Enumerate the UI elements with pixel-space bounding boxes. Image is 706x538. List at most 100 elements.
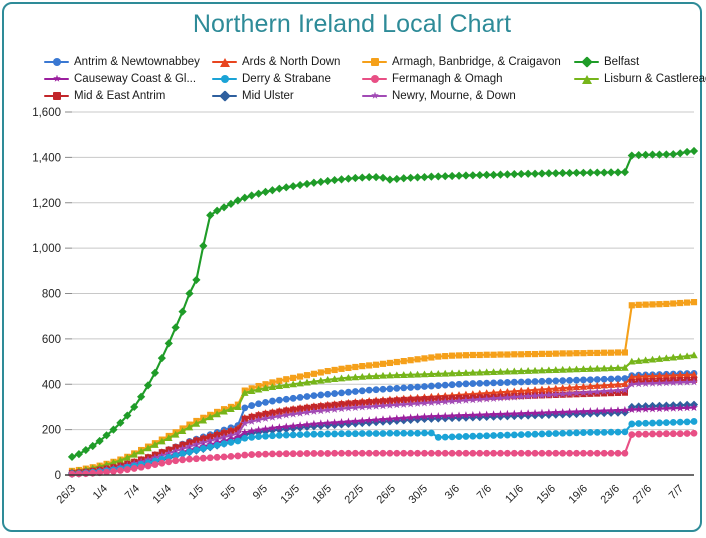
data-point (476, 379, 484, 387)
data-point (635, 301, 642, 308)
legend-item[interactable]: Mid Ulster (212, 87, 362, 104)
legend-label: Lisburn & Castlereagh (604, 72, 706, 85)
data-point (580, 449, 587, 457)
x-axis-tick-label: 23/6 (598, 483, 622, 507)
legend-label: Causeway Coast & Gl... (74, 72, 197, 85)
data-point (275, 450, 283, 458)
data-point (497, 379, 504, 387)
data-point (352, 363, 359, 371)
data-point (580, 376, 587, 384)
data-point (504, 449, 511, 457)
data-point (434, 449, 442, 457)
x-axis-tick-label: 13/5 (278, 483, 302, 507)
data-point (393, 449, 401, 457)
data-point (324, 430, 332, 438)
data-point (262, 432, 269, 440)
data-point (407, 449, 415, 457)
data-point (199, 241, 208, 250)
legend-label: Belfast (604, 55, 640, 68)
data-point (399, 174, 408, 183)
data-point (489, 170, 498, 179)
data-point (371, 173, 381, 182)
data-point (449, 352, 456, 359)
legend-item[interactable]: Newry, Mourne, & Down (362, 87, 574, 104)
data-point (386, 385, 394, 393)
plot-svg: 0 200 400 600 800 1,000 1,200 1,400 1,600 26/3 1/… (32, 107, 699, 507)
legend-label: Mid & East Antrim (74, 89, 166, 102)
legend-item[interactable]: Causeway Coast & Gl... (44, 70, 212, 87)
data-point (186, 455, 193, 463)
data-point (496, 170, 505, 179)
data-point (179, 450, 186, 458)
data-point (199, 454, 207, 462)
data-point (524, 378, 532, 386)
data-point (607, 449, 615, 457)
data-point (441, 449, 449, 457)
data-point (545, 377, 553, 385)
data-point (337, 175, 346, 184)
data-point (468, 171, 477, 180)
data-point (663, 300, 670, 308)
data-point (248, 451, 256, 458)
data-point (316, 177, 325, 186)
data-point (635, 420, 643, 427)
data-point (621, 349, 628, 356)
data-point (317, 391, 325, 399)
data-point (171, 323, 180, 332)
data-point (469, 432, 477, 440)
y-axis-tick-label: 400 (42, 379, 61, 391)
data-point (434, 433, 442, 441)
x-axis-tick-label: 11/6 (503, 483, 526, 506)
legend-item[interactable]: Belfast (574, 53, 692, 70)
legend-item[interactable]: Antrim & Newtownabbey (44, 53, 212, 70)
legend-item[interactable]: Lisburn & Castlereagh (574, 70, 706, 87)
legend-label: Mid Ulster (242, 89, 294, 102)
y-axis-tick-label: 1,400 (32, 152, 61, 164)
data-point (185, 289, 194, 298)
data-point (656, 301, 663, 308)
legend-item[interactable]: Ards & North Down (212, 53, 362, 70)
data-point (682, 147, 692, 157)
data-point (531, 350, 539, 358)
data-point (386, 429, 394, 437)
data-point (206, 454, 214, 462)
data-point (538, 377, 546, 385)
legend-item[interactable]: Derry & Strabane (212, 70, 362, 87)
data-point (518, 351, 525, 358)
data-point (289, 450, 297, 458)
data-point (683, 418, 691, 426)
data-point (573, 429, 580, 437)
data-point (365, 449, 373, 457)
data-point (525, 350, 532, 358)
data-point (331, 449, 339, 457)
data-point (462, 352, 470, 359)
data-point (504, 351, 511, 358)
data-point (330, 175, 339, 185)
data-point (600, 168, 609, 177)
data-point (172, 457, 180, 465)
data-point (483, 432, 491, 440)
legend-item[interactable]: Armagh, Banbridge, & Craigavon (362, 53, 574, 70)
data-point (683, 430, 691, 437)
x-axis-tick-label: 7/7 (667, 483, 686, 502)
data-point (331, 366, 338, 374)
data-point (531, 378, 539, 385)
data-point (338, 449, 345, 457)
data-point (469, 380, 477, 387)
legend-item[interactable]: Mid & East Antrim (44, 87, 212, 104)
data-point (476, 351, 483, 359)
data-point (296, 394, 304, 401)
x-axis-tick-label: 18/5 (310, 483, 334, 507)
data-point (483, 449, 491, 457)
data-point (642, 419, 650, 427)
data-point (614, 449, 622, 457)
data-point (379, 385, 387, 393)
legend-item[interactable]: Fermanagh & Omagh (362, 70, 574, 87)
data-point (234, 437, 242, 445)
data-point (351, 388, 359, 395)
data-point (545, 449, 553, 457)
data-point (393, 429, 401, 437)
data-point (511, 351, 518, 358)
data-point (406, 173, 415, 182)
data-point (573, 350, 580, 357)
